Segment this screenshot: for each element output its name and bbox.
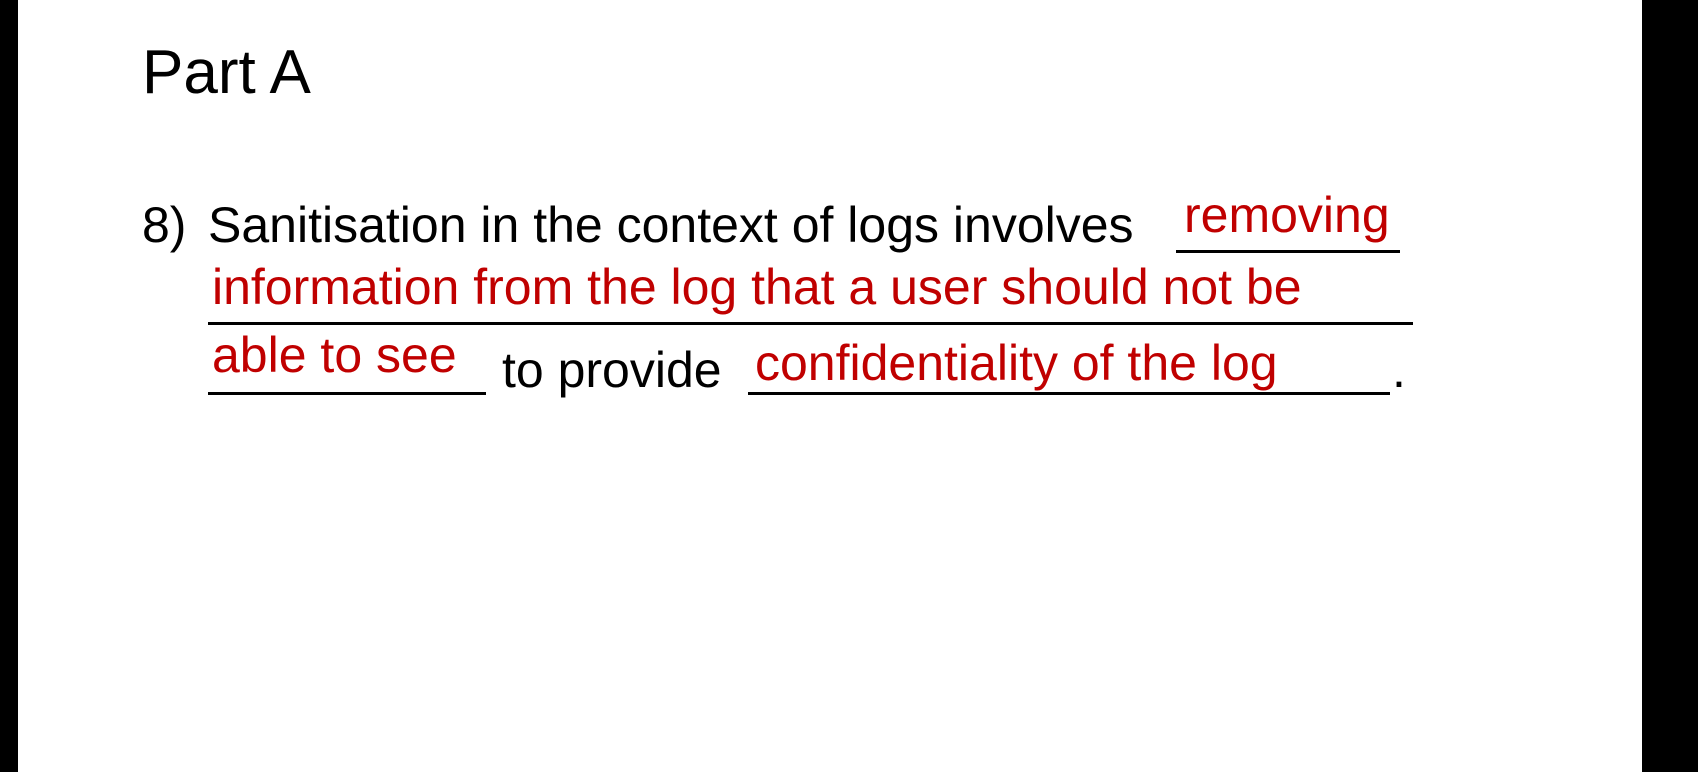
question-text-end: .: [1392, 342, 1406, 398]
answer-blank-2: [748, 392, 1390, 395]
answer-1-line-2: information from the log that a user sho…: [212, 259, 1302, 315]
answer-1-line-3: able to see: [212, 327, 457, 383]
slide: Part A 8) Sanitisation in the context of…: [18, 0, 1642, 772]
answer-blank-1-segment-2: [208, 322, 1413, 325]
answer-1-line-1: removing: [1184, 187, 1390, 243]
question-number: 8): [142, 197, 187, 253]
answer-2: confidentiality of the log: [755, 335, 1278, 391]
answer-blank-1-segment-1: [1176, 250, 1400, 253]
slide-title: Part A: [142, 38, 311, 107]
question-text-middle: to provide: [502, 342, 722, 398]
answer-blank-1-segment-3: [208, 392, 486, 395]
question-text-start: Sanitisation in the context of logs invo…: [208, 197, 1134, 253]
